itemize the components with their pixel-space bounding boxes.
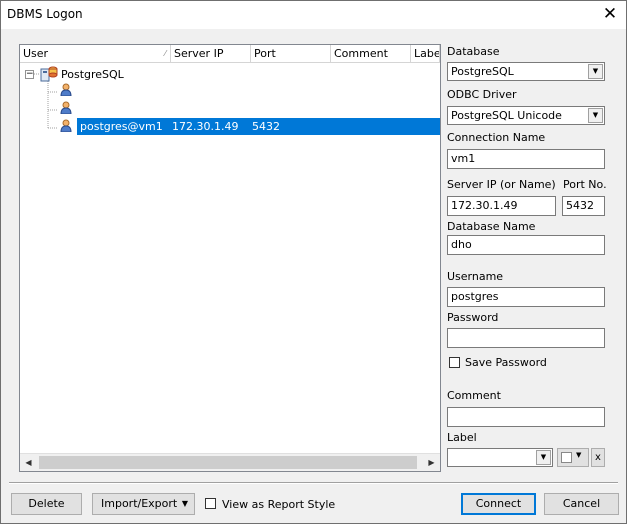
view-report-label: View as Report Style (222, 498, 336, 511)
odbc-driver-select-value: PostgreSQL Unicode (451, 109, 562, 122)
dbms-logon-dialog: DBMS Logon ✕ User ⁄ Server IP Port Comme… (0, 0, 627, 524)
footer-divider-highlight (9, 483, 618, 484)
row-user: postgres@vm1 (80, 120, 163, 133)
comment-label: Comment (447, 389, 501, 402)
database-select-value: PostgreSQL (451, 65, 514, 78)
horizontal-scrollbar[interactable]: ◀ ▶ (20, 453, 440, 471)
close-icon[interactable]: ✕ (598, 3, 622, 25)
tree-root-postgresql[interactable]: PostgreSQL (61, 66, 124, 83)
chevron-down-icon[interactable]: ▼ (588, 64, 603, 79)
label-color-picker[interactable]: ▼ (557, 448, 589, 467)
color-swatch (561, 452, 572, 463)
database-name-input[interactable]: dho (447, 235, 605, 255)
port-input[interactable]: 5432 (562, 196, 605, 216)
user-icon (60, 83, 72, 96)
password-label: Password (447, 311, 499, 324)
database-server-icon (40, 66, 58, 82)
save-password-checkbox[interactable] (449, 357, 460, 368)
save-password-label: Save Password (465, 356, 547, 369)
user-icon (60, 101, 72, 114)
import-export-label: Import/Export (101, 497, 178, 510)
server-ip-label: Server IP (or Name) (447, 178, 556, 191)
cancel-button[interactable]: Cancel (544, 493, 619, 515)
scroll-thumb[interactable] (39, 456, 417, 469)
chevron-down-icon: ▼ (576, 451, 582, 459)
password-input[interactable] (447, 328, 605, 348)
odbc-driver-label: ODBC Driver (447, 88, 517, 101)
odbc-driver-select[interactable]: PostgreSQL Unicode ▼ (447, 106, 605, 125)
title-bar: DBMS Logon ✕ (1, 1, 626, 29)
connection-row-selected[interactable]: postgres@vm1 172.30.1.49 5432 (77, 118, 440, 135)
column-header-user[interactable]: User ⁄ (20, 45, 171, 63)
sort-icon: ⁄ (164, 49, 166, 58)
database-select[interactable]: PostgreSQL ▼ (447, 62, 605, 81)
row-server-ip: 172.30.1.49 (172, 120, 239, 133)
connection-tree[interactable]: User ⁄ Server IP Port Comment Label − Po… (19, 44, 441, 472)
scroll-left-icon[interactable]: ◀ (20, 454, 37, 471)
column-header-label[interactable]: Label (411, 45, 440, 63)
label-clear-button[interactable]: x (591, 448, 605, 467)
port-label: Port No. (563, 178, 607, 191)
window-title: DBMS Logon (7, 7, 83, 21)
label-select[interactable]: ▼ (447, 448, 553, 467)
row-port: 5432 (252, 120, 280, 133)
column-header-port[interactable]: Port (251, 45, 331, 63)
connect-button[interactable]: Connect (461, 493, 536, 515)
connection-name-input[interactable]: vm1 (447, 149, 605, 169)
label-label: Label (447, 431, 477, 444)
username-label: Username (447, 270, 504, 283)
chevron-down-icon[interactable]: ▼ (588, 108, 603, 123)
chevron-down-icon: ▼ (181, 499, 188, 508)
database-label: Database (447, 45, 500, 58)
connection-name-label: Connection Name (447, 131, 546, 144)
username-input[interactable]: postgres (447, 287, 605, 307)
database-name-label: Database Name (447, 220, 536, 233)
column-header-comment[interactable]: Comment (331, 45, 411, 63)
delete-button[interactable]: Delete (11, 493, 82, 515)
chevron-down-icon[interactable]: ▼ (536, 450, 551, 465)
scroll-right-icon[interactable]: ▶ (423, 454, 440, 471)
view-report-checkbox[interactable] (205, 498, 216, 509)
user-icon (60, 119, 72, 132)
column-header-label: User (23, 47, 49, 60)
column-header-server-ip[interactable]: Server IP (171, 45, 251, 63)
collapse-icon[interactable]: − (25, 70, 34, 79)
server-ip-input[interactable]: 172.30.1.49 (447, 196, 556, 216)
import-export-button[interactable]: Import/Export ▼ (92, 493, 195, 515)
comment-input[interactable] (447, 407, 605, 427)
